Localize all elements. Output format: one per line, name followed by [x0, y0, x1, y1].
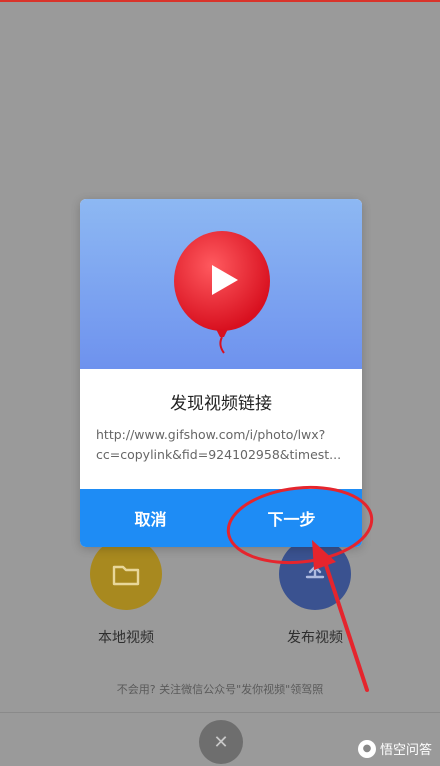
- cancel-button[interactable]: 取消: [80, 489, 221, 547]
- video-link-line-2: cc=copylink&fid=924102958&timest...: [96, 447, 342, 462]
- watermark: ● 悟空问答: [357, 739, 432, 758]
- video-link-dialog: 发现视频链接 http://www.gifshow.com/i/photo/lw…: [80, 199, 362, 547]
- help-hint-text: 不会用? 关注微信公众号"发你视频"领驾照: [116, 683, 324, 696]
- next-step-button[interactable]: 下一步: [221, 489, 362, 547]
- upload-icon: [305, 565, 325, 579]
- wukong-logo-icon: ●: [357, 739, 376, 758]
- dialog-hero-banner: [80, 199, 362, 369]
- close-icon: ✕: [213, 731, 229, 753]
- dialog-actions: 取消 下一步: [80, 489, 362, 547]
- close-button[interactable]: ✕: [199, 720, 243, 764]
- bottom-divider: [0, 712, 440, 713]
- dialog-title: 发现视频链接: [170, 394, 272, 414]
- folder-icon: [112, 565, 140, 586]
- publish-video-label: 发布视频: [287, 630, 343, 646]
- video-link-line-1: http://www.gifshow.com/i/photo/lwx?: [96, 427, 326, 442]
- local-video-button[interactable]: [90, 538, 162, 610]
- publish-video-button[interactable]: [279, 538, 351, 610]
- video-link-text: http://www.gifshow.com/i/photo/lwx? cc=c…: [96, 425, 348, 465]
- top-accent-bar: [0, 0, 440, 2]
- balloon-play-icon: [174, 231, 270, 354]
- local-video-label: 本地视频: [98, 630, 154, 646]
- watermark-text: 悟空问答: [379, 743, 432, 758]
